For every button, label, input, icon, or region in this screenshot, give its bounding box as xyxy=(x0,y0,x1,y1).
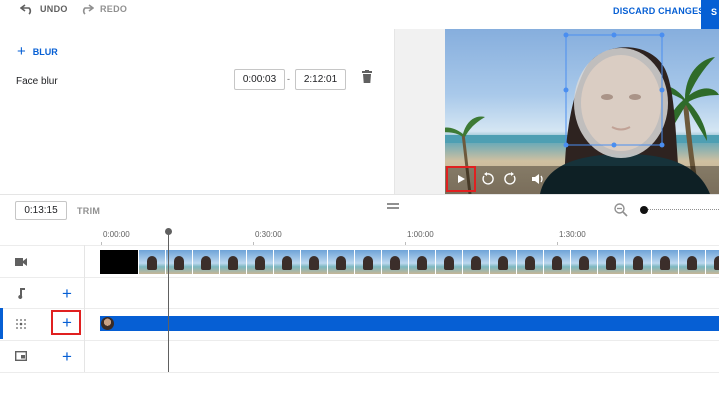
timeline-tick: 1:30:00 xyxy=(559,230,586,239)
video-frame xyxy=(355,250,381,274)
video-filmstrip[interactable] xyxy=(100,250,719,274)
video-frame xyxy=(382,250,408,274)
track-separator xyxy=(0,340,719,341)
video-frame xyxy=(652,250,678,274)
plus-icon: + xyxy=(62,313,72,332)
time-separator: - xyxy=(287,74,290,84)
video-frame xyxy=(274,250,300,274)
undo-label: UNDO xyxy=(40,4,68,14)
blur-icon xyxy=(16,319,26,329)
start-time-input[interactable]: 0:00:03 xyxy=(234,69,285,90)
track-separator xyxy=(0,308,719,309)
end-screen-icon xyxy=(15,351,27,362)
timeline-tick: 0:30:00 xyxy=(255,230,282,239)
video-frame xyxy=(625,250,651,274)
face-blur-label: Face blur xyxy=(16,76,58,87)
current-time-display[interactable]: 0:13:15 xyxy=(15,201,67,220)
rewind-icon[interactable] xyxy=(480,172,494,186)
zoom-slider-handle[interactable] xyxy=(640,206,648,214)
face-blur-segment[interactable] xyxy=(100,316,719,331)
play-icon xyxy=(458,175,465,183)
volume-icon[interactable] xyxy=(531,172,545,186)
track-separator xyxy=(0,277,719,278)
video-frame xyxy=(679,250,705,274)
redo-button[interactable]: REDO xyxy=(80,3,127,15)
discard-changes-button[interactable]: DISCARD CHANGES xyxy=(613,6,705,16)
undo-icon xyxy=(20,4,32,15)
timeline-tick: 0:00:00 xyxy=(103,230,130,239)
add-blur-label: BLUR xyxy=(32,46,58,57)
timeline-tick: 1:00:00 xyxy=(407,230,434,239)
video-frame xyxy=(490,250,516,274)
add-end-screen-button[interactable]: + xyxy=(62,348,72,365)
add-blur-button[interactable]: + BLUR xyxy=(17,44,58,59)
video-frame xyxy=(328,250,354,274)
trim-button[interactable]: TRIM xyxy=(77,206,100,216)
video-frame xyxy=(100,250,138,274)
video-frame xyxy=(436,250,462,274)
preview-side-panel xyxy=(395,29,445,194)
plus-icon: + xyxy=(17,43,26,60)
video-frame xyxy=(544,250,570,274)
video-frame xyxy=(139,250,165,274)
track-header-column xyxy=(0,245,85,372)
video-frame xyxy=(598,250,624,274)
video-frame xyxy=(166,250,192,274)
video-frame xyxy=(706,250,719,274)
zoom-slider-track[interactable] xyxy=(644,209,719,210)
track-separator xyxy=(0,372,719,373)
forward-icon[interactable] xyxy=(504,172,518,186)
music-note-icon xyxy=(18,288,25,299)
playhead-handle[interactable] xyxy=(165,228,172,235)
resize-handle-icon[interactable] xyxy=(387,203,399,209)
video-frame xyxy=(220,250,246,274)
video-frame xyxy=(193,250,219,274)
video-frame xyxy=(463,250,489,274)
track-separator xyxy=(0,245,719,246)
video-frame xyxy=(409,250,435,274)
add-audio-button[interactable]: + xyxy=(62,285,72,302)
active-track-indicator xyxy=(0,308,3,339)
trash-icon[interactable] xyxy=(361,70,373,83)
play-button[interactable] xyxy=(446,166,476,192)
end-time-input[interactable]: 2:12:01 xyxy=(295,69,346,90)
undo-button[interactable]: UNDO xyxy=(20,3,68,15)
playhead[interactable] xyxy=(168,230,169,372)
video-frame xyxy=(571,250,597,274)
timeline-divider xyxy=(0,194,719,195)
video-camera-icon xyxy=(15,258,27,266)
redo-label: REDO xyxy=(100,4,128,14)
face-thumbnail xyxy=(101,317,114,330)
video-preview[interactable] xyxy=(445,29,719,194)
video-frame xyxy=(301,250,327,274)
top-toolbar: UNDO REDO DISCARD CHANGES xyxy=(0,0,719,24)
video-frame xyxy=(517,250,543,274)
zoom-out-icon[interactable] xyxy=(614,203,628,217)
redo-icon xyxy=(82,4,94,15)
video-frame xyxy=(247,250,273,274)
